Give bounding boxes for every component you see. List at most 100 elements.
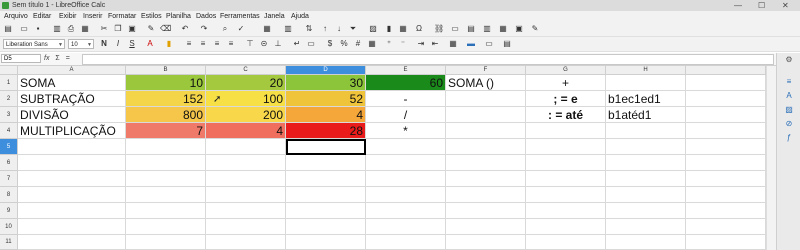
cell-b3[interactable]: 800 — [126, 107, 206, 123]
menu-ferramentas[interactable]: Ferramentas — [220, 11, 260, 22]
empty-cell[interactable] — [686, 203, 766, 219]
add-decimal-icon[interactable]: ⁺ — [384, 39, 394, 49]
empty-cell[interactable] — [686, 139, 766, 155]
menu-dados[interactable]: Dados — [196, 11, 216, 22]
empty-cell[interactable] — [446, 203, 526, 219]
functions-icon[interactable]: ƒ — [783, 133, 795, 143]
find-replace-icon[interactable]: ⌕ — [220, 24, 230, 34]
cell-d2[interactable]: 52 — [286, 91, 366, 107]
spreadsheet-grid[interactable]: A B C D E F G H 1 2 3 4 5 6 7 8 9 10 11 … — [0, 66, 777, 250]
empty-cell[interactable] — [526, 123, 606, 139]
empty-cell[interactable] — [286, 155, 366, 171]
paste-icon[interactable]: ▣ — [127, 24, 137, 34]
empty-cell[interactable] — [526, 155, 606, 171]
font-color-icon[interactable]: A — [145, 39, 155, 49]
cell-d3[interactable]: 4 — [286, 107, 366, 123]
empty-cell[interactable] — [18, 219, 126, 235]
empty-cell[interactable] — [18, 155, 126, 171]
cell-g3[interactable]: : = até — [526, 107, 606, 123]
empty-cell[interactable] — [526, 187, 606, 203]
empty-cell[interactable] — [446, 187, 526, 203]
empty-cell[interactable] — [446, 123, 526, 139]
split-window-icon[interactable]: ▣ — [514, 24, 524, 34]
menu-formatar[interactable]: Formatar — [108, 11, 136, 22]
chart-icon[interactable]: ▮ — [384, 24, 394, 34]
cell-f2[interactable] — [446, 91, 526, 107]
cell-h1[interactable] — [606, 75, 686, 91]
empty-cell[interactable] — [126, 203, 206, 219]
align-bottom-icon[interactable]: ⊥ — [273, 39, 283, 49]
cell-b1[interactable]: 10 — [126, 75, 206, 91]
empty-cell[interactable] — [526, 235, 606, 250]
empty-cell[interactable] — [686, 219, 766, 235]
empty-cell[interactable] — [206, 171, 286, 187]
currency-format-icon[interactable]: $ — [325, 39, 335, 49]
col-header-a[interactable]: A — [18, 66, 126, 75]
conditional-format-icon[interactable]: ▤ — [502, 39, 512, 49]
bold-icon[interactable]: N — [99, 39, 109, 49]
row-header-3[interactable]: 3 — [0, 107, 18, 123]
cell-a4[interactable]: MULTIPLICAÇÃO — [18, 123, 126, 139]
row-header-4[interactable]: 4 — [0, 123, 18, 139]
empty-cell[interactable] — [206, 139, 286, 155]
empty-cell[interactable] — [126, 235, 206, 250]
align-right-icon[interactable]: ≡ — [212, 39, 222, 49]
col-header-d[interactable]: D — [286, 66, 366, 75]
decrease-indent-icon[interactable]: ⇤ — [430, 39, 440, 49]
menu-arquivo[interactable]: Arquivo — [4, 11, 28, 22]
empty-cell[interactable] — [18, 187, 126, 203]
col-header-c[interactable]: C — [206, 66, 286, 75]
empty-cell[interactable] — [286, 187, 366, 203]
empty-cell[interactable] — [606, 155, 686, 171]
empty-cell[interactable] — [126, 219, 206, 235]
header-footer-icon[interactable]: ▤ — [466, 24, 476, 34]
delete-decimal-icon[interactable]: ⁻ — [398, 39, 408, 49]
highlight-icon[interactable]: ▮ — [164, 39, 174, 49]
empty-cell[interactable] — [526, 219, 606, 235]
empty-cell[interactable] — [286, 235, 366, 250]
row-header-10[interactable]: 10 — [0, 219, 18, 235]
empty-cell[interactable] — [526, 139, 606, 155]
define-print-area-icon[interactable]: ▥ — [482, 24, 492, 34]
cell-d1[interactable]: 30 — [286, 75, 366, 91]
pivot-table-icon[interactable]: ▦ — [398, 24, 408, 34]
empty-cell[interactable] — [206, 219, 286, 235]
menu-inserir[interactable]: Inserir — [83, 11, 102, 22]
formula-input[interactable] — [82, 54, 774, 65]
empty-cell[interactable] — [366, 235, 446, 250]
align-middle-icon[interactable]: ⊝ — [259, 39, 269, 49]
empty-cell[interactable] — [526, 203, 606, 219]
cell-b4[interactable]: 7 — [126, 123, 206, 139]
row-header-9[interactable]: 9 — [0, 203, 18, 219]
empty-cell[interactable] — [686, 123, 766, 139]
cell-d5-selected[interactable] — [286, 139, 366, 155]
cell-e2[interactable]: - — [366, 91, 446, 107]
empty-cell[interactable] — [126, 155, 206, 171]
row-header-7[interactable]: 7 — [0, 171, 18, 187]
show-draw-functions-icon[interactable]: ✎ — [530, 24, 540, 34]
empty-cell[interactable] — [366, 219, 446, 235]
borders-icon[interactable]: ▦ — [448, 39, 458, 49]
empty-cell[interactable] — [446, 219, 526, 235]
empty-cell[interactable] — [18, 171, 126, 187]
empty-cell[interactable] — [206, 203, 286, 219]
row-header-1[interactable]: 1 — [0, 75, 18, 91]
empty-cell[interactable] — [686, 75, 766, 91]
cell-d4[interactable]: 28 — [286, 123, 366, 139]
cell-b2[interactable]: 152 — [126, 91, 206, 107]
empty-cell[interactable] — [366, 139, 446, 155]
special-character-icon[interactable]: Ω — [414, 24, 424, 34]
empty-cell[interactable] — [366, 155, 446, 171]
empty-cell[interactable] — [18, 235, 126, 250]
empty-cell[interactable] — [606, 139, 686, 155]
empty-cell[interactable] — [286, 171, 366, 187]
gallery-icon[interactable]: ▨ — [783, 105, 795, 115]
col-header-f[interactable]: F — [446, 66, 526, 75]
empty-cell[interactable] — [286, 219, 366, 235]
cell-e4[interactable]: * — [366, 123, 446, 139]
increase-indent-icon[interactable]: ⇥ — [416, 39, 426, 49]
cell-c3[interactable]: 200 — [206, 107, 286, 123]
undo-icon[interactable]: ↶ — [180, 24, 190, 34]
minimize-button[interactable]: — — [734, 0, 742, 11]
menu-ajuda[interactable]: Ajuda — [291, 11, 309, 22]
